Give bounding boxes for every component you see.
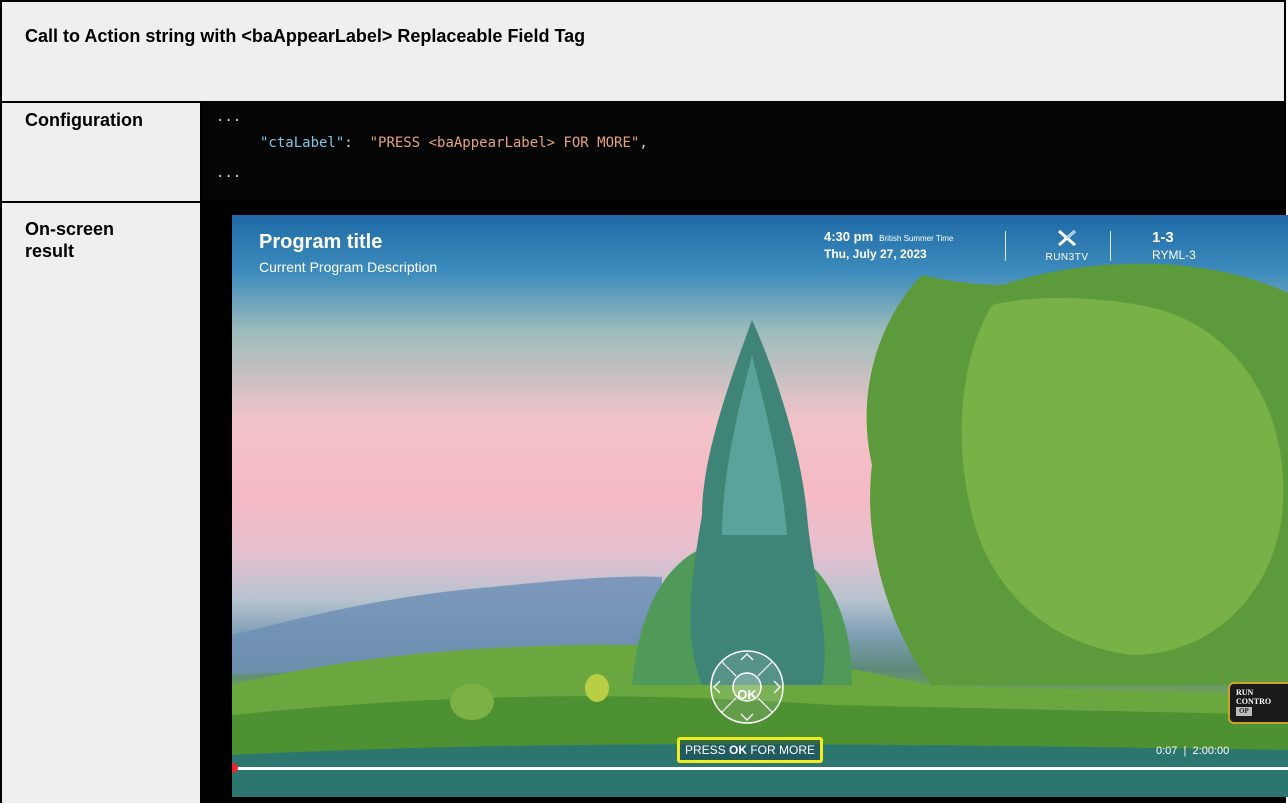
run3-controls-badge: RUN CONTRO OP — [1228, 682, 1288, 724]
playback-time: 0:07 | 2:00:00 — [1156, 745, 1229, 757]
result-label-line1: On-screen — [25, 219, 115, 239]
cta-key: OK — [729, 743, 748, 757]
code-comma: , — [639, 135, 648, 151]
code-key: "ctaLabel" — [260, 135, 345, 151]
logo-text: RUN3TV — [1045, 252, 1089, 263]
tv-player-screenshot: Program title Current Program Descriptio… — [232, 215, 1288, 797]
code-line-ellipsis-top: ... — [216, 109, 242, 125]
code-line-ellipsis-bottom: ... — [216, 165, 242, 181]
current-date: Thu, July 27, 2023 — [824, 247, 927, 261]
time-separator: | — [1183, 745, 1187, 757]
code-line-cta-label: "ctaLabel": "PRESS <baAppearLabel> FOR M… — [260, 135, 648, 151]
video-frame: Program title Current Program Descriptio… — [202, 201, 1288, 803]
result-label-cell: On-screen result — [2, 201, 202, 803]
ok-button-label: OK — [737, 687, 757, 702]
cta-suffix: FOR MORE — [747, 743, 816, 757]
header-row: Call to Action string with <baAppearLabe… — [2, 2, 1284, 103]
result-label-line2: result — [25, 241, 75, 261]
timezone: British Summer Time — [879, 234, 954, 243]
channel-logo: RUN3TV — [1032, 229, 1102, 263]
program-description: Current Program Description — [259, 259, 438, 275]
channel-number: 1-3 — [1152, 229, 1174, 246]
time-value: 4:30 pm — [824, 229, 874, 244]
call-to-action-label: PRESS OK FOR MORE — [677, 737, 824, 763]
section-title: Call to Action string with <baAppearLabe… — [25, 26, 586, 46]
elapsed-time: 0:07 — [1156, 745, 1178, 757]
header-divider — [1110, 231, 1111, 261]
channel-name: RYML-3 — [1152, 248, 1196, 262]
run3tv-logo-icon — [1058, 229, 1076, 247]
header-divider — [1005, 231, 1006, 261]
code-colon: : — [344, 135, 370, 151]
badge-tag: OP — [1236, 707, 1252, 716]
total-time: 2:00:00 — [1192, 745, 1230, 757]
code-value: "PRESS <baAppearLabel> FOR MORE" — [369, 135, 640, 151]
current-time: 4:30 pm British Summer Time — [824, 229, 953, 244]
document-table: Call to Action string with <baAppearLabe… — [0, 0, 1288, 803]
configuration-label: Configuration — [25, 110, 143, 130]
progress-bar[interactable] — [232, 767, 1288, 770]
cta-prefix: PRESS — [685, 743, 730, 757]
configuration-row: Configuration ... "ctaLabel": "PRESS <ba… — [2, 101, 1284, 203]
badge-line1: RUN — [1236, 688, 1254, 697]
code-block: ... "ctaLabel": "PRESS <baAppearLabel> F… — [202, 101, 1284, 201]
configuration-label-cell: Configuration — [2, 101, 202, 201]
program-title: Program title — [259, 231, 383, 253]
result-row: On-screen result Program title Current P… — [2, 201, 1288, 803]
badge-line2: CONTRO — [1236, 697, 1272, 706]
